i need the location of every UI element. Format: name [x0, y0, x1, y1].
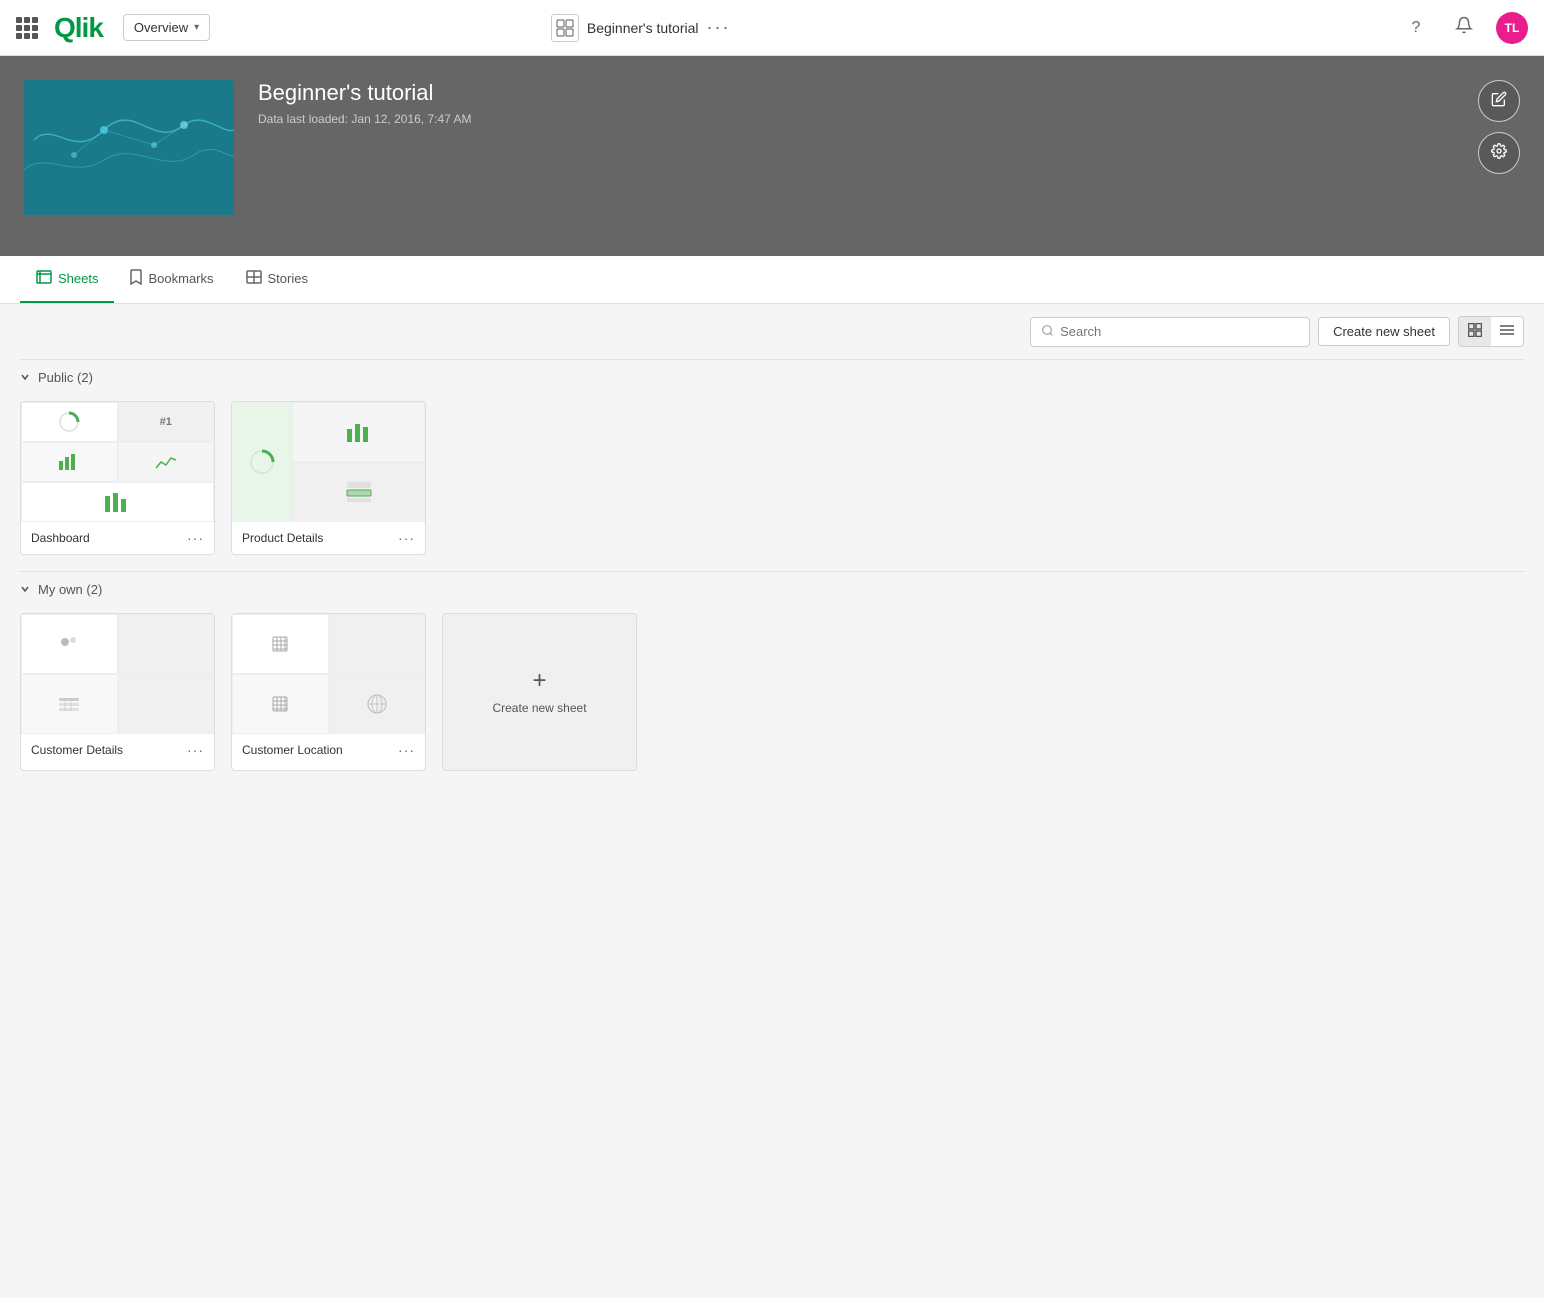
create-new-sheet-button[interactable]: Create new sheet: [1318, 317, 1450, 346]
tab-stories[interactable]: Stories: [230, 256, 324, 303]
section-myown-label: My own (2): [38, 582, 102, 597]
sheets-tab-icon: [36, 270, 52, 287]
chevron-down-icon: ▾: [194, 22, 199, 33]
sheet-footer-dashboard: Dashboard ···: [21, 522, 214, 554]
sheet-footer-customer-location: Customer Location ···: [232, 734, 425, 766]
chevron-down-icon: [20, 370, 30, 385]
tabs-bar: Sheets Bookmarks Stories: [0, 256, 1544, 304]
tab-sheets-label: Sheets: [58, 271, 98, 286]
app-dropdown[interactable]: Overview ▾: [123, 14, 210, 41]
sheet-more-dashboard[interactable]: ···: [187, 530, 204, 546]
thumb-cell: [232, 674, 329, 734]
thumb-cell: [21, 402, 118, 442]
hero-section: Beginner's tutorial Data last loaded: Ja…: [0, 56, 1544, 256]
thumb-cell: [292, 462, 425, 522]
sheet-footer-customer-details: Customer Details ···: [21, 734, 214, 766]
sheet-more-customer-location[interactable]: ···: [398, 742, 415, 758]
search-input[interactable]: [1060, 324, 1299, 339]
sheet-card-product-details[interactable]: Product Details ···: [231, 401, 426, 555]
gear-icon: [1491, 143, 1507, 164]
thumb-cell: [21, 482, 214, 522]
thumb-cell: [232, 614, 329, 674]
stories-tab-icon: [246, 270, 262, 287]
sheet-name-product-details: Product Details: [242, 531, 323, 545]
main-content: Create new sheet: [0, 304, 1544, 807]
grid-icon: [1468, 324, 1482, 340]
user-avatar[interactable]: TL: [1496, 12, 1528, 44]
chevron-down-icon: [20, 582, 30, 597]
sheet-name-customer-details: Customer Details: [31, 743, 123, 757]
app-icon: [551, 14, 579, 42]
sheet-more-product-details[interactable]: ···: [398, 530, 415, 546]
grid-view-button[interactable]: [1459, 317, 1491, 346]
sheet-name-customer-location: Customer Location: [242, 743, 343, 757]
hero-actions: [1478, 80, 1520, 174]
tab-sheets[interactable]: Sheets: [20, 256, 114, 303]
create-new-sheet-card[interactable]: + Create new sheet: [442, 613, 637, 771]
nav-center: Beginner's tutorial ···: [551, 14, 731, 42]
tab-stories-label: Stories: [268, 271, 308, 286]
sheet-thumbnail-dashboard: #1: [21, 402, 214, 522]
top-navigation: Qlik Overview ▾ Beginner's tutorial ··· …: [0, 0, 1544, 56]
sheet-thumbnail-product-details: [232, 402, 425, 522]
public-sheets-grid: #1 Dashboard ···: [20, 393, 1524, 571]
plus-icon: +: [532, 669, 546, 693]
view-toggle: [1458, 316, 1524, 347]
create-sheet-label: Create new sheet: [492, 701, 586, 715]
edit-app-button[interactable]: [1478, 80, 1520, 122]
tab-bookmarks[interactable]: Bookmarks: [114, 256, 229, 303]
nav-more-button[interactable]: ···: [707, 17, 731, 38]
nav-actions: ? TL: [1400, 12, 1528, 44]
hero-info: Beginner's tutorial Data last loaded: Ja…: [258, 80, 471, 126]
notifications-button[interactable]: [1448, 12, 1480, 44]
list-icon: [1500, 324, 1514, 340]
app-title: Beginner's tutorial: [258, 80, 471, 106]
thumb-cell: [292, 402, 425, 462]
search-box[interactable]: [1030, 317, 1310, 347]
thumb-cell: [21, 442, 118, 482]
sheet-card-dashboard[interactable]: #1 Dashboard ···: [20, 401, 215, 555]
help-icon: ?: [1412, 19, 1421, 37]
thumb-cell: [232, 402, 292, 522]
thumb-cell: [329, 674, 426, 734]
sheet-more-customer-details[interactable]: ···: [187, 742, 204, 758]
nav-app-title: Beginner's tutorial: [587, 20, 699, 36]
sheet-thumbnail-customer-details: [21, 614, 214, 734]
app-thumbnail: [24, 80, 234, 215]
qlik-logo: Qlik: [54, 12, 103, 44]
sheet-footer-product-details: Product Details ···: [232, 522, 425, 554]
app-subtitle: Data last loaded: Jan 12, 2016, 7:47 AM: [258, 112, 471, 126]
section-public-label: Public (2): [38, 370, 93, 385]
tab-bookmarks-label: Bookmarks: [148, 271, 213, 286]
bell-icon: [1455, 16, 1473, 39]
thumb-cell: [329, 614, 426, 674]
app-switcher-button[interactable]: [16, 17, 38, 39]
help-button[interactable]: ?: [1400, 12, 1432, 44]
settings-button[interactable]: [1478, 132, 1520, 174]
bookmarks-tab-icon: [130, 269, 142, 288]
thumb-cell: [118, 674, 215, 734]
app-dropdown-label: Overview: [134, 20, 188, 35]
sheet-name-dashboard: Dashboard: [31, 531, 90, 545]
thumb-cell: [118, 442, 215, 482]
sheet-card-customer-details[interactable]: Customer Details ···: [20, 613, 215, 771]
section-myown-header[interactable]: My own (2): [20, 571, 1524, 605]
thumb-cell: [21, 614, 118, 674]
thumb-cell: [118, 614, 215, 674]
toolbar: Create new sheet: [20, 304, 1524, 359]
sheet-card-customer-location[interactable]: Customer Location ···: [231, 613, 426, 771]
myown-sheets-grid: Customer Details ···: [20, 605, 1524, 787]
search-icon: [1041, 324, 1054, 340]
pencil-icon: [1491, 91, 1507, 112]
thumb-cell: [21, 674, 118, 734]
list-view-button[interactable]: [1491, 317, 1523, 346]
thumb-cell: #1: [118, 402, 215, 442]
section-public-header[interactable]: Public (2): [20, 359, 1524, 393]
sheet-thumbnail-customer-location: [232, 614, 425, 734]
